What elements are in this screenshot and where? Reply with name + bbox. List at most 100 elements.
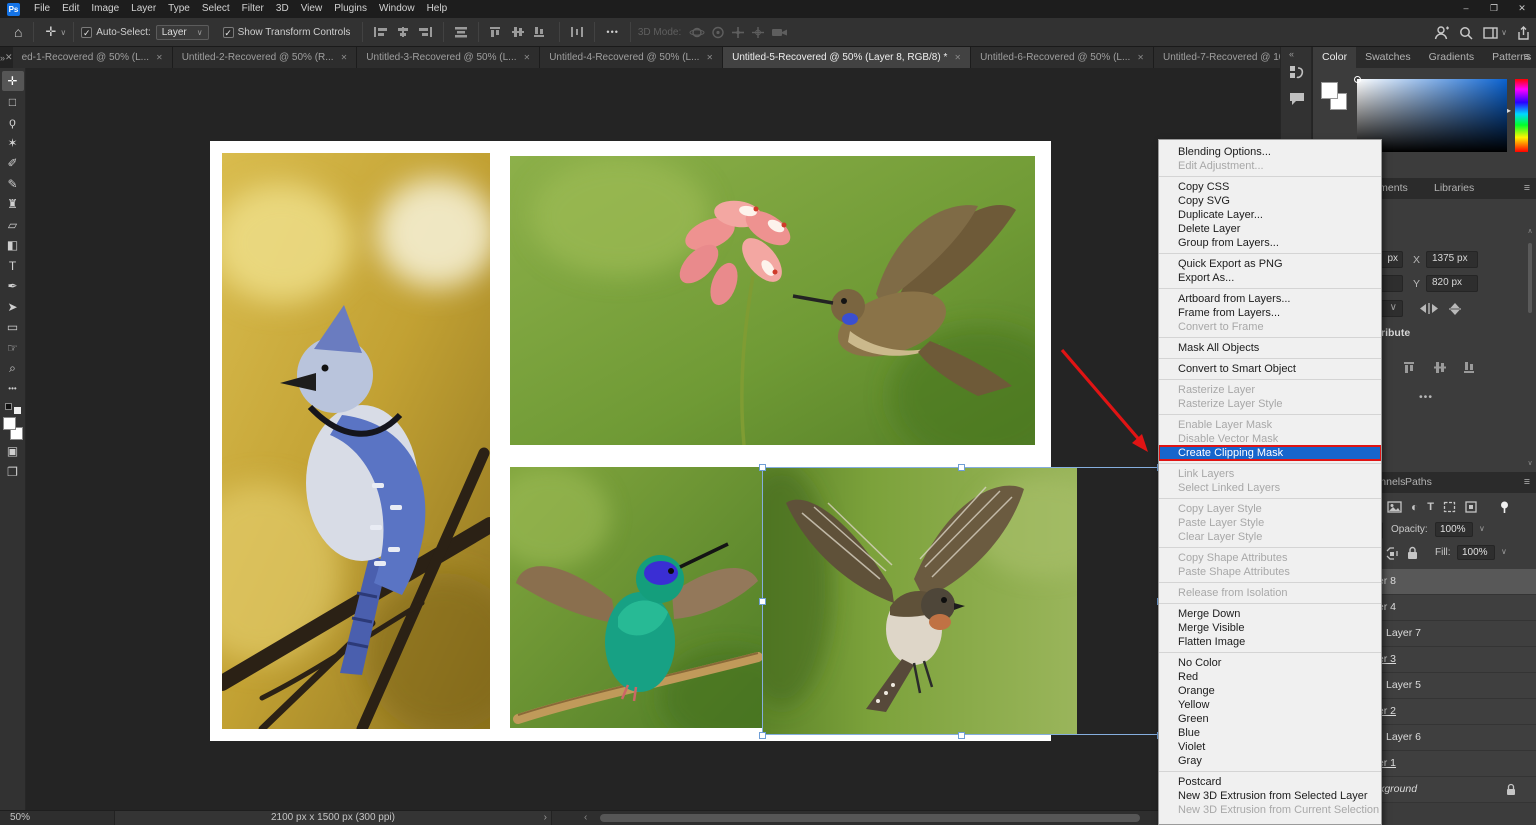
menu-3d[interactable]: 3D [270, 0, 295, 18]
align-right-icon[interactable] [417, 26, 433, 38]
filter-pixel-layers-icon[interactable] [1387, 501, 1402, 513]
menu-type[interactable]: Type [162, 0, 196, 18]
document-tab-2[interactable]: Untitled-2-Recovered @ 50% (R...✕ [173, 47, 358, 68]
lock-position-icon[interactable] [1385, 547, 1399, 560]
menu-item-copy-svg[interactable]: Copy SVG [1159, 194, 1381, 208]
path-select-tool[interactable]: ➤ [2, 297, 24, 317]
selection-handle[interactable] [759, 464, 766, 471]
edit-toolbar[interactable]: ••• [2, 379, 24, 399]
more-options-icon[interactable]: ••• [1419, 391, 1433, 403]
selection-handle[interactable] [759, 598, 766, 605]
tab-swatches[interactable]: Swatches [1356, 47, 1420, 68]
tab-color[interactable]: Color [1313, 47, 1356, 68]
menu-plugins[interactable]: Plugins [328, 0, 373, 18]
panel-menu-icon[interactable]: ≡ [1524, 472, 1530, 493]
selection-handle[interactable] [958, 464, 965, 471]
close-tab-icon[interactable]: ✕ [341, 53, 348, 62]
menu-layer[interactable]: Layer [125, 0, 162, 18]
auto-select-checkbox[interactable]: ✓ [81, 27, 92, 38]
eraser-tool[interactable]: ▱ [2, 215, 24, 235]
home-icon[interactable]: ⌂ [10, 24, 26, 40]
flip-vertical-icon[interactable] [1447, 302, 1463, 316]
horizontal-scrollbar[interactable] [600, 814, 1140, 822]
chevron-down-icon[interactable]: ∨ [1479, 524, 1485, 533]
menu-item-postcard[interactable]: Postcard [1159, 775, 1381, 789]
selection-handle[interactable] [759, 732, 766, 739]
menu-item-create-clipping-mask[interactable]: Create Clipping Mask [1159, 446, 1381, 460]
status-chevron-icon[interactable]: › [544, 811, 547, 825]
align-center-icon[interactable] [395, 26, 411, 38]
menu-file[interactable]: File [28, 0, 56, 18]
menu-item-orange[interactable]: Orange [1159, 684, 1381, 698]
menu-item-no-color[interactable]: No Color [1159, 656, 1381, 670]
close-tab-icon[interactable]: ✕ [524, 53, 531, 62]
zoom-tool[interactable]: ⌕ [2, 358, 24, 378]
document-tab-6[interactable]: Untitled-6-Recovered @ 50% (L...✕ [971, 47, 1154, 68]
show-transform-checkbox[interactable]: ✓ [223, 27, 234, 38]
hue-slider[interactable] [1515, 79, 1528, 152]
tab-paths[interactable]: Paths [1405, 472, 1432, 493]
share-icon[interactable] [1517, 26, 1530, 40]
foreground-color-swatch[interactable] [3, 417, 16, 430]
menu-item-red[interactable]: Red [1159, 670, 1381, 684]
menu-item-duplicate-layer[interactable]: Duplicate Layer... [1159, 208, 1381, 222]
menu-item-merge-down[interactable]: Merge Down [1159, 607, 1381, 621]
menu-item-new-3d-extrusion-from-selected-layer[interactable]: New 3D Extrusion from Selected Layer [1159, 789, 1381, 803]
opacity-value[interactable]: 100% [1435, 522, 1473, 537]
menu-item-merge-visible[interactable]: Merge Visible [1159, 621, 1381, 635]
minimize-button[interactable]: – [1452, 0, 1480, 18]
menu-item-blue[interactable]: Blue [1159, 726, 1381, 740]
menu-item-blending-options[interactable]: Blending Options... [1159, 145, 1381, 159]
align-middle-icon[interactable] [511, 26, 527, 38]
document-tab-3[interactable]: Untitled-3-Recovered @ 50% (L...✕ [357, 47, 540, 68]
workspace-switcher[interactable]: ∨ [1483, 27, 1507, 39]
menu-item-violet[interactable]: Violet [1159, 740, 1381, 754]
document-info[interactable]: 2100 px x 1500 px (300 ppi) › [114, 811, 552, 825]
color-picker-marker[interactable] [1354, 76, 1361, 83]
menu-item-copy-css[interactable]: Copy CSS [1159, 180, 1381, 194]
selection-handle[interactable] [958, 732, 965, 739]
document-tab-5[interactable]: Untitled-5-Recovered @ 50% (Layer 8, RGB… [723, 47, 971, 68]
lasso-tool[interactable]: ϙ [2, 112, 24, 132]
menu-item-convert-to-smart-object[interactable]: Convert to Smart Object [1159, 362, 1381, 376]
clone-stamp-tool[interactable]: ♜ [2, 194, 24, 214]
scroll-up-icon[interactable]: ∧ [1526, 227, 1534, 235]
menu-item-export-as[interactable]: Export As... [1159, 271, 1381, 285]
tab-gradients[interactable]: Gradients [1420, 47, 1484, 68]
close-tab-icon[interactable]: ✕ [1137, 53, 1144, 62]
hue-slider-arrow-icon[interactable]: ▸ [1507, 106, 1511, 115]
align-bottom-icon[interactable] [533, 26, 549, 38]
close-button[interactable]: ✕ [1508, 0, 1536, 18]
menu-item-flatten-image[interactable]: Flatten Image [1159, 635, 1381, 649]
panel-menu-icon[interactable]: ≡ [1524, 47, 1530, 68]
photo-hummingbird-flower[interactable] [510, 156, 1035, 445]
menu-item-yellow[interactable]: Yellow [1159, 698, 1381, 712]
fill-value[interactable]: 100% [1457, 545, 1495, 560]
tab-libraries[interactable]: Libraries [1425, 178, 1483, 199]
hand-tool[interactable]: ☞ [2, 338, 24, 358]
tab-overflow-close-icon[interactable]: ✕ [5, 52, 13, 63]
flip-horizontal-icon[interactable] [1419, 302, 1439, 315]
menu-help[interactable]: Help [421, 0, 454, 18]
filter-type-layers-icon[interactable]: T [1427, 501, 1434, 513]
more-options-icon[interactable]: ••• [602, 27, 622, 37]
foreground-background-colors[interactable] [3, 417, 23, 437]
lock-all-icon[interactable] [1407, 546, 1418, 560]
document-tab-4[interactable]: Untitled-4-Recovered @ 50% (L...✕ [540, 47, 723, 68]
move-tool-icon[interactable]: ✛ [41, 24, 60, 40]
zoom-level[interactable]: 50% [10, 812, 30, 823]
close-tab-icon[interactable]: ✕ [156, 53, 163, 62]
marquee-tool[interactable]: □ [2, 92, 24, 112]
photo-green-hummingbird[interactable] [510, 467, 762, 728]
menu-edit[interactable]: Edit [56, 0, 85, 18]
menu-filter[interactable]: Filter [236, 0, 270, 18]
tool-preset-chevron-icon[interactable]: ∨ [60, 28, 66, 37]
close-tab-icon[interactable]: ✕ [706, 53, 713, 62]
foreground-background-swatches[interactable] [1321, 82, 1351, 112]
menu-item-mask-all-objects[interactable]: Mask All Objects [1159, 341, 1381, 355]
align-left-icon[interactable] [373, 26, 389, 38]
menu-view[interactable]: View [295, 0, 329, 18]
menu-item-artboard-from-layers[interactable]: Artboard from Layers... [1159, 292, 1381, 306]
document-tab-7[interactable]: Untitled-7-Recovered @ 100% (...✕ [1154, 47, 1280, 68]
menu-select[interactable]: Select [196, 0, 236, 18]
